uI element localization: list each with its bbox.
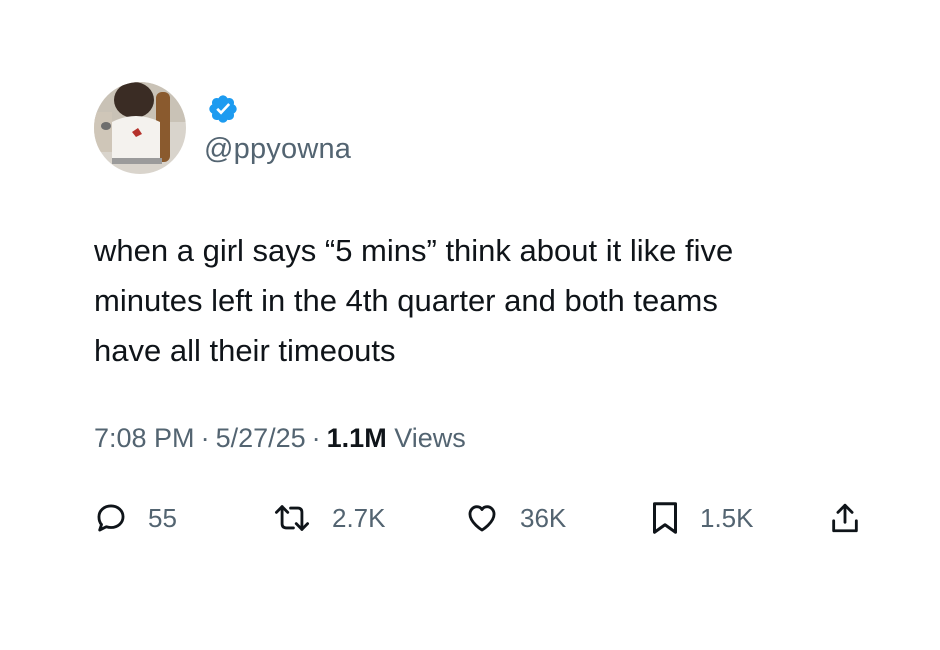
tweet-text: when a girl says “5 mins” think about it… (94, 233, 734, 368)
like-count: 36K (520, 502, 567, 533)
tweet-date[interactable]: 5/27/25 (216, 423, 306, 453)
share-upload-icon (832, 503, 858, 533)
avatar[interactable] (94, 82, 186, 174)
bookmark-count: 1.5K (700, 502, 754, 533)
verified-badge-icon (207, 93, 239, 125)
bookmark-icon (653, 502, 677, 534)
tweet-meta: 7:08 PM · 5/27/25 · 1.1M Views (94, 423, 466, 454)
retweet-count: 2.7K (332, 502, 386, 533)
action-bar: 55 2.7K 36K 1.5K (0, 490, 940, 546)
reply-count: 55 (148, 502, 177, 533)
reply-bubble-icon (97, 504, 125, 532)
bookmark-button[interactable]: 1.5K (650, 490, 754, 546)
user-handle[interactable]: @ppyowna (204, 133, 351, 166)
views-label: Views (394, 423, 466, 453)
tweet-time[interactable]: 7:08 PM (94, 423, 195, 453)
meta-separator: · (311, 423, 321, 453)
heart-icon (468, 505, 496, 532)
retweet-button[interactable]: 2.7K (272, 490, 386, 546)
views-count: 1.1M (326, 423, 387, 453)
reply-button[interactable]: 55 (94, 490, 177, 546)
share-button[interactable] (828, 490, 862, 546)
like-button[interactable]: 36K (464, 490, 566, 546)
meta-separator: · (200, 423, 210, 453)
profile-photo-icon (94, 82, 186, 174)
tweet-card: @ppyowna when a girl says “5 mins” think… (0, 0, 940, 650)
retweet-arrows-icon (275, 505, 310, 531)
